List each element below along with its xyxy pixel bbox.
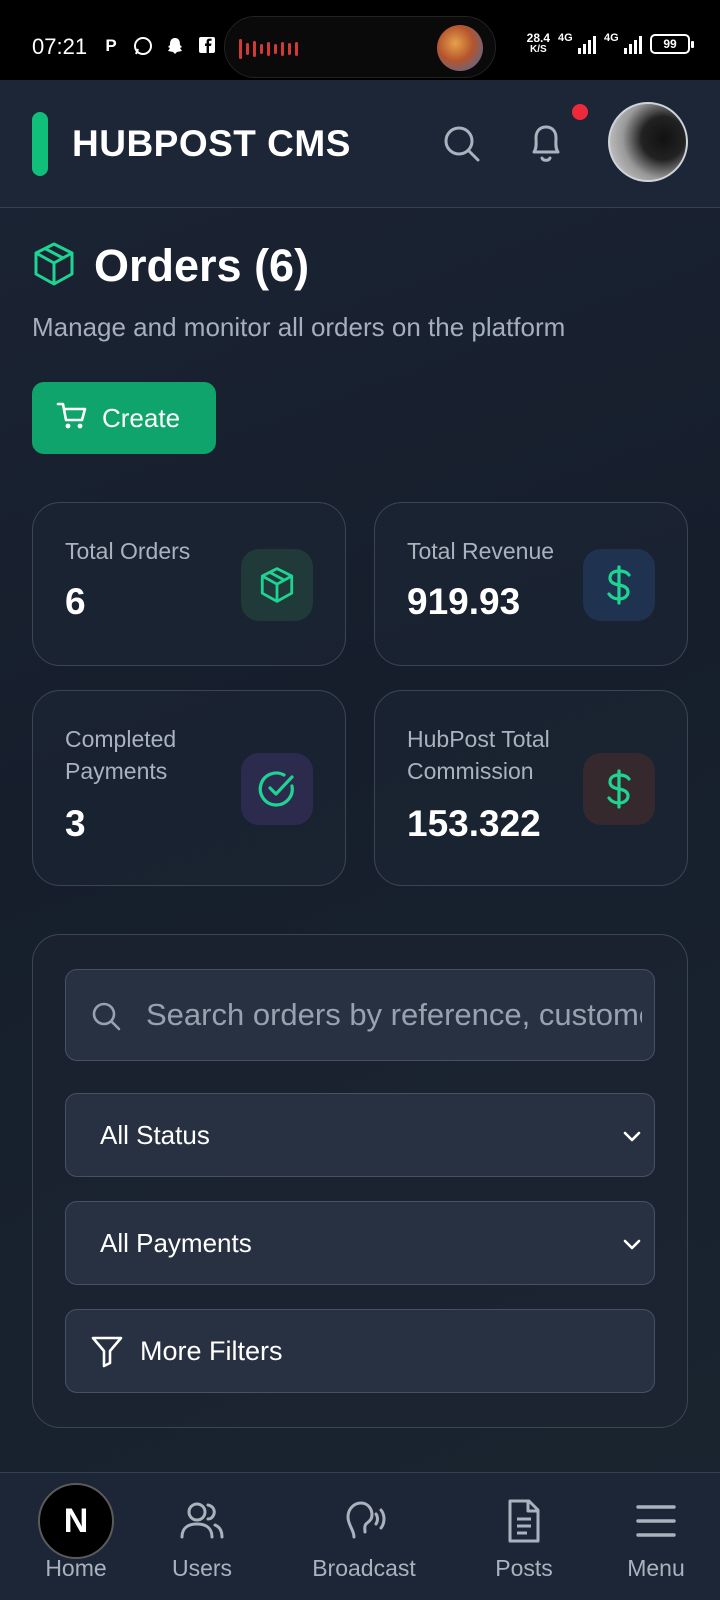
page-title: Orders (6) [94,240,310,291]
broadcast-icon [340,1497,388,1545]
status-select-value: All Status [100,1120,210,1150]
bell-icon[interactable] [524,120,568,168]
dynamic-island[interactable] [224,16,496,78]
create-button-label: Create [102,402,181,433]
stat-card-total-orders: Total Orders 6 [32,502,346,666]
paypal-notification-icon: P [105,36,117,55]
stat-value: 153.322 [407,803,541,844]
box-icon [241,549,313,621]
nav-item-users[interactable]: Users [142,1473,262,1600]
stat-value: 6 [65,581,86,622]
users-icon [178,1497,226,1545]
status-indicators: 28.4 K/S 4G 4G 99 [526,31,694,56]
nav-label: Broadcast [312,1555,416,1581]
app-title: HUBPOST CMS [72,123,351,164]
nav-item-broadcast[interactable]: Broadcast [296,1473,432,1600]
notification-badge [572,104,588,120]
media-thumbnail [437,25,483,71]
facebook-notification-icon [196,36,218,61]
battery-icon: 99 [650,34,694,54]
payment-select[interactable]: All Payments [65,1201,655,1285]
stat-label: Total Orders [65,538,191,564]
stat-label: HubPost Total Commission [407,726,550,784]
cart-icon [56,400,88,437]
nav-label: Posts [495,1555,553,1581]
more-filters-button[interactable]: More Filters [65,1309,655,1393]
search-field[interactable] [65,969,655,1061]
search-icon[interactable] [440,122,484,166]
nav-label: Home [45,1555,107,1581]
document-icon [500,1497,548,1545]
snapchat-notification-icon [164,36,186,61]
status-time: 07:21 [32,34,88,59]
filter-icon [90,1334,124,1368]
signal-strength-icon: 4G [558,32,596,54]
search-icon [90,1000,122,1032]
n-overlay-badge[interactable]: N [38,1483,114,1559]
nav-item-posts[interactable]: Posts [464,1473,584,1600]
whatsapp-notification-icon [132,36,154,61]
chevron-down-icon [620,1124,644,1148]
dollar-icon [583,549,655,621]
notification-icons: P [100,36,218,61]
signal-strength-icon-2: 4G [604,32,642,54]
network-speed: 28.4 K/S [526,31,550,55]
payment-select-value: All Payments [100,1228,252,1258]
create-order-button[interactable]: Create [32,382,216,454]
filter-panel: All Status All Payments More Filters [32,934,688,1428]
chevron-down-icon [620,1232,644,1256]
search-input[interactable] [146,970,642,1060]
nav-label: Users [171,1555,233,1581]
dollar-icon [583,753,655,825]
brand-accent-bar [32,112,48,176]
box-icon [32,241,76,292]
status-select[interactable]: All Status [65,1093,655,1177]
stat-value: 919.93 [407,581,521,622]
page-heading: Orders (6) [32,236,309,296]
stat-card-commission: HubPost Total Commission 153.322 [374,690,688,886]
bottom-navigation: Home N Users Broadcast Posts Menu [0,1472,720,1600]
stat-card-completed-payments: Completed Payments 3 [32,690,346,886]
menu-icon [632,1497,680,1545]
system-status-bar: 07:21 P 28.4 K/S 4G 4G 99 [0,0,720,80]
stat-card-total-revenue: Total Revenue 919.93 [374,502,688,666]
stat-label: Completed Payments [65,726,177,784]
audio-waveform-icon [239,39,298,59]
check-circle-icon [241,753,313,825]
stat-value: 3 [65,803,86,844]
avatar[interactable] [608,102,688,182]
more-filters-label: More Filters [140,1336,283,1366]
nav-item-menu[interactable]: Menu [596,1473,716,1600]
page-subtitle: Manage and monitor all orders on the pla… [32,312,566,342]
stat-label: Total Revenue [407,538,555,564]
nav-label: Menu [627,1555,685,1581]
